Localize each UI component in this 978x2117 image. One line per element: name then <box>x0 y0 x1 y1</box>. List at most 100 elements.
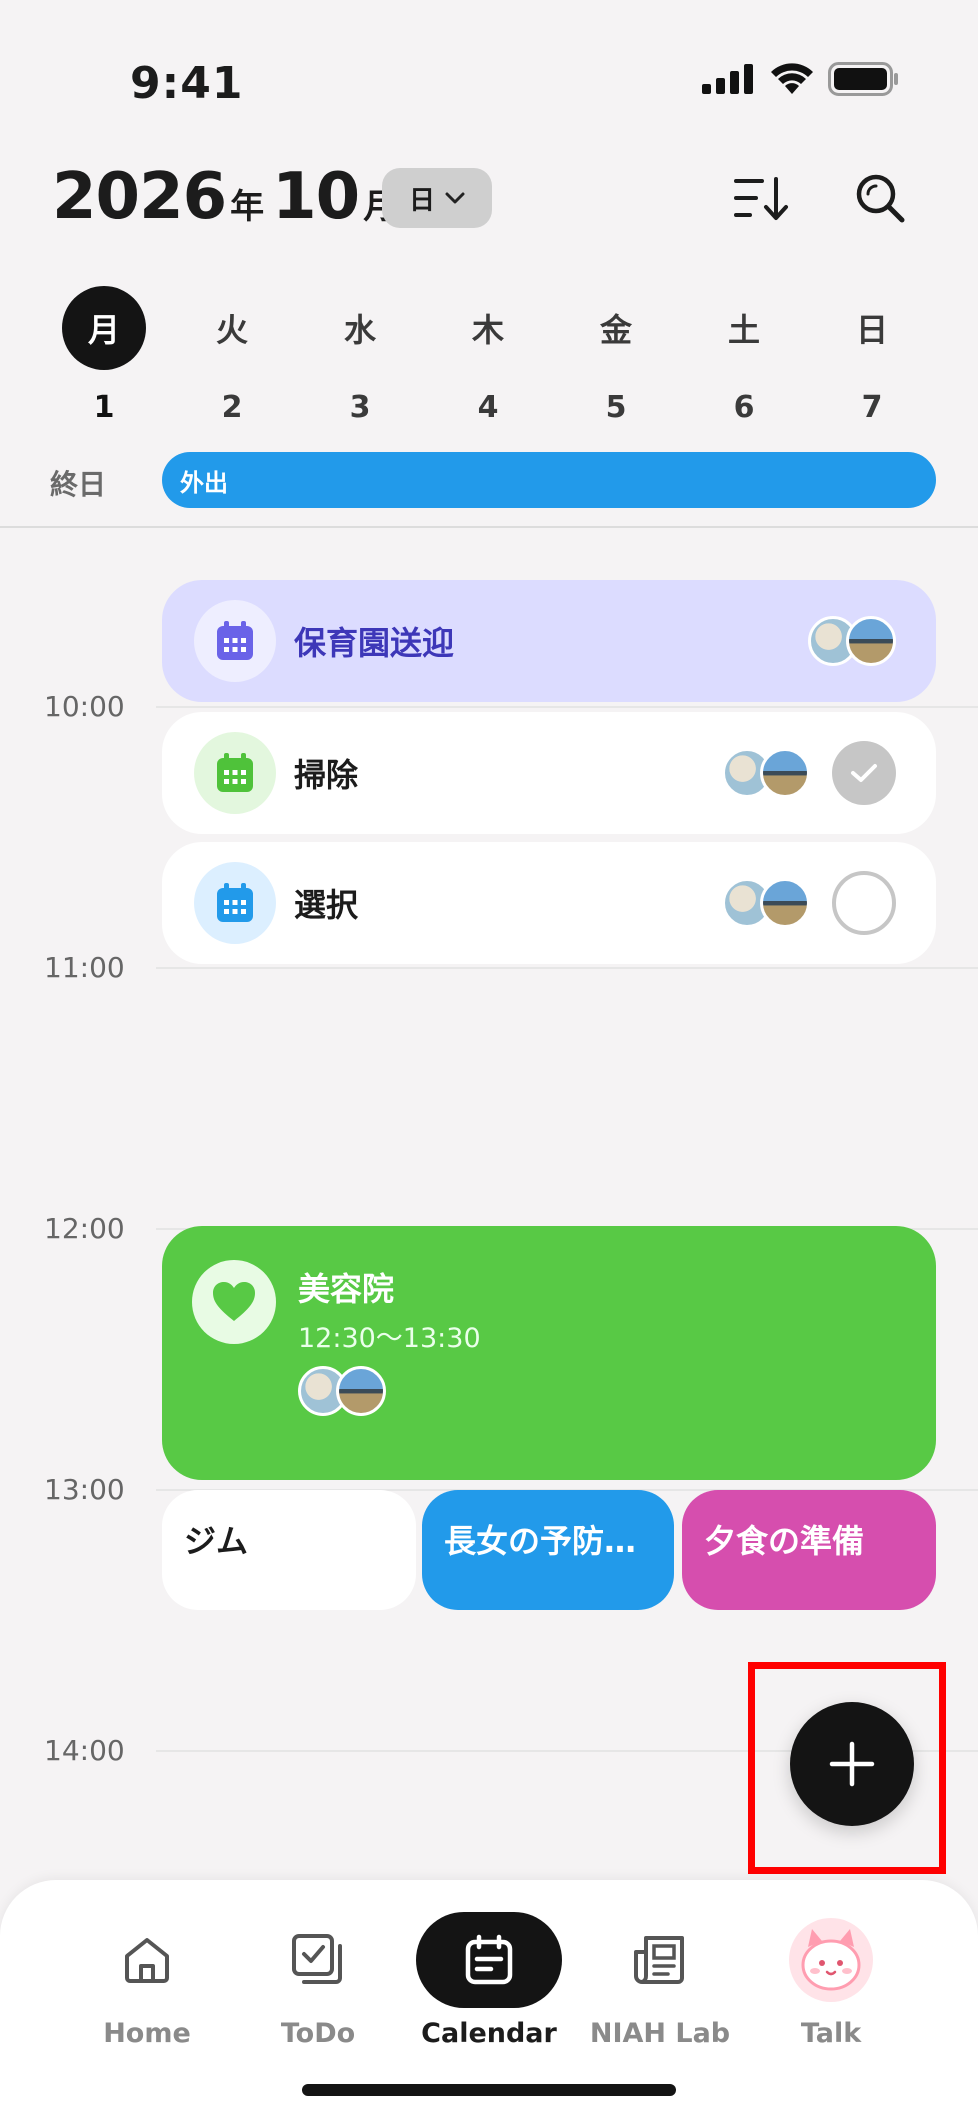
nav-niah-lab[interactable]: NIAH Lab <box>585 1910 735 2049</box>
nav-icon-wrap <box>756 1910 906 2010</box>
divider <box>0 526 978 528</box>
nav-home[interactable]: Home <box>72 1910 222 2049</box>
day-number: 3 <box>349 390 371 425</box>
event-selection[interactable]: 選択 <box>162 842 936 964</box>
nav-todo[interactable]: ToDo <box>243 1910 393 2049</box>
event-title: 美容院 <box>298 1270 395 1308</box>
nav-icon-wrap <box>243 1910 393 2010</box>
event-icon <box>194 732 276 814</box>
day-number: 2 <box>221 390 243 425</box>
nav-talk[interactable]: Talk <box>756 1910 906 2049</box>
event-cleaning[interactable]: 掃除 <box>162 712 936 834</box>
time-label: 12:00 <box>44 1212 125 1245</box>
month-value: 10 <box>272 160 360 234</box>
news-icon <box>634 1936 684 1984</box>
participants <box>722 748 810 798</box>
year-unit: 年 <box>230 187 265 227</box>
view-mode-label: 日 <box>408 185 435 216</box>
complete-checkbox-checked[interactable] <box>832 741 896 805</box>
avatar <box>760 748 810 798</box>
event-icon <box>194 862 276 944</box>
mascot-icon <box>789 1918 873 2002</box>
status-time: 9:41 <box>130 58 244 109</box>
event-time: 12:30～13:30 <box>298 1323 481 1354</box>
calendar-icon <box>465 1934 513 1985</box>
complete-checkbox[interactable] <box>832 871 896 935</box>
check-icon <box>851 764 877 782</box>
plus-icon <box>829 1741 875 1787</box>
calendar-icon <box>217 753 253 792</box>
event-dinner[interactable]: 夕食の準備 <box>682 1490 936 1610</box>
view-mode-dropdown[interactable]: 日 <box>382 168 492 228</box>
event-icon <box>194 600 276 682</box>
day-number: 5 <box>605 390 627 425</box>
event-gym[interactable]: ジム <box>162 1490 416 1610</box>
all-day-label: 終日 <box>50 468 107 501</box>
nav-label: Home <box>103 2018 191 2049</box>
day-number: 1 <box>93 390 115 425</box>
day-sat[interactable]: 土 6 <box>700 286 788 425</box>
day-number: 4 <box>477 390 499 425</box>
nav-label: Calendar <box>421 2018 557 2049</box>
day-tue[interactable]: 火 2 <box>188 286 276 425</box>
day-mon[interactable]: 月 1 <box>60 286 148 425</box>
weekday-label: 月 <box>62 286 146 370</box>
sort-icon <box>734 177 788 220</box>
weekday-label: 日 <box>855 311 888 349</box>
nav-label: Talk <box>800 2018 862 2049</box>
day-thu[interactable]: 木 4 <box>444 286 532 425</box>
weekday-label: 金 <box>599 311 632 349</box>
all-day-event[interactable]: 外出 <box>162 452 936 508</box>
grid-line <box>156 967 978 969</box>
event-title: 掃除 <box>294 756 359 794</box>
avatar <box>760 878 810 928</box>
signal-icon <box>702 64 753 94</box>
event-salon[interactable]: 美容院 12:30～13:30 <box>162 1226 936 1480</box>
sort-button[interactable] <box>730 166 794 230</box>
event-icon <box>192 1260 276 1344</box>
event-pickup[interactable]: 保育園送迎 <box>162 580 936 702</box>
grid-line <box>156 706 978 708</box>
event-vaccine[interactable]: 長女の予防… <box>422 1490 674 1610</box>
nav-icon-wrap <box>585 1910 735 2010</box>
day-fri[interactable]: 金 5 <box>572 286 660 425</box>
participants <box>808 616 896 666</box>
wifi-icon <box>771 63 813 94</box>
avatar <box>336 1366 386 1416</box>
day-number: 6 <box>733 390 755 425</box>
participants <box>722 878 810 928</box>
weekday-label: 火 <box>215 311 248 349</box>
heart-icon <box>213 1282 255 1321</box>
bottom-navigation: Home ToDo Calendar NIAH Lab Talk <box>0 1880 978 2117</box>
time-label: 11:00 <box>44 951 125 984</box>
month-title: 2026 年 10 月 <box>52 160 405 234</box>
participants <box>298 1366 386 1416</box>
event-title: 選択 <box>294 886 359 924</box>
year-value: 2026 <box>52 160 227 234</box>
day-sun[interactable]: 日 7 <box>828 286 916 425</box>
todo-icon <box>292 1934 342 1984</box>
weekday-label: 水 <box>343 311 376 349</box>
nav-calendar[interactable]: Calendar <box>414 1910 564 2049</box>
day-wed[interactable]: 水 3 <box>316 286 404 425</box>
calendar-icon <box>217 621 253 660</box>
chevron-down-icon <box>445 192 465 204</box>
time-label: 14:00 <box>44 1734 125 1767</box>
battery-icon <box>828 62 898 96</box>
time-label: 13:00 <box>44 1473 125 1506</box>
nav-icon-wrap <box>414 1910 564 2010</box>
event-title: 保育園送迎 <box>294 624 455 662</box>
home-icon <box>125 1938 169 1983</box>
home-indicator <box>302 2084 676 2096</box>
active-pill <box>416 1912 562 2008</box>
time-label: 10:00 <box>44 690 125 723</box>
avatar <box>846 616 896 666</box>
search-button[interactable] <box>848 166 912 230</box>
nav-icon-wrap <box>72 1910 222 2010</box>
add-event-button[interactable] <box>790 1702 914 1826</box>
status-icons <box>702 62 900 96</box>
weekday-label: 土 <box>727 311 760 349</box>
weekday-label: 木 <box>471 311 504 349</box>
nav-label: NIAH Lab <box>589 2018 731 2049</box>
calendar-icon <box>217 883 253 922</box>
